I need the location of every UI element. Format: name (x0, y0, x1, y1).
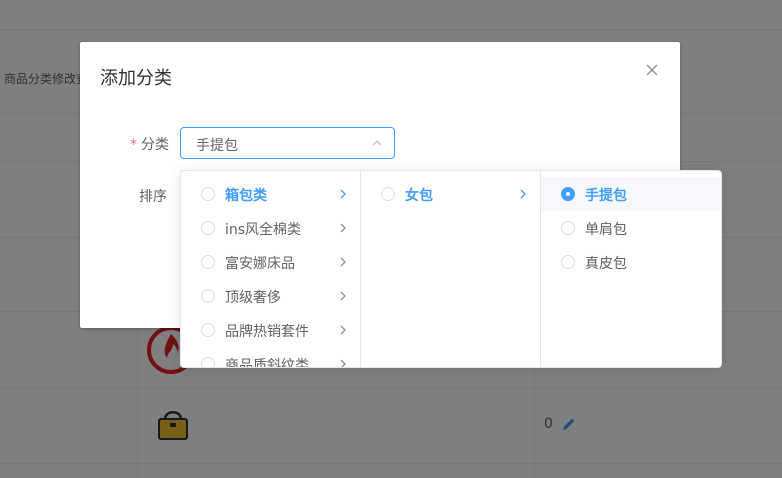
radio-button[interactable] (201, 357, 215, 367)
close-icon[interactable] (644, 62, 660, 78)
chevron-right-icon (340, 189, 346, 199)
chevron-right-icon (520, 189, 526, 199)
node-label: 单肩包 (585, 222, 627, 238)
radio-button[interactable] (201, 187, 215, 201)
node-label: 箱包类 (225, 188, 267, 204)
radio-button[interactable] (201, 255, 215, 269)
node-label: 富安娜床品 (225, 256, 295, 272)
cascader-panel-level1: 箱包类 ins风全棉类 富安娜床品 顶级奢侈 品牌热销套件 商品质斜纹类 (181, 171, 361, 367)
cascader-node-bags[interactable]: 箱包类 (181, 177, 360, 211)
radio-button[interactable] (561, 221, 575, 235)
chevron-right-icon (340, 257, 346, 267)
radio-button[interactable] (201, 323, 215, 337)
category-cascader[interactable]: 手提包 (180, 127, 395, 159)
chevron-right-icon (340, 291, 346, 301)
sort-label: 排序 (139, 189, 167, 205)
node-label: 顶级奢侈 (225, 290, 281, 306)
chevron-up-icon (372, 140, 382, 146)
node-label: 真皮包 (585, 256, 627, 272)
chevron-right-icon (340, 325, 346, 335)
cascader-panel-level2: 女包 (361, 171, 541, 367)
node-label: 品牌热销套件 (225, 324, 309, 340)
radio-button[interactable] (561, 255, 575, 269)
category-label-text: 分类 (141, 137, 169, 153)
radio-button[interactable] (561, 187, 575, 201)
cascader-node-womens-bags[interactable]: 女包 (361, 177, 540, 211)
cascader-panel-level3: 手提包 单肩包 真皮包 (541, 171, 721, 367)
cascader-node-cotton[interactable]: ins风全棉类 (181, 211, 360, 245)
dialog-title: 添加分类 (100, 68, 172, 89)
cascader-node-bedding[interactable]: 富安娜床品 (181, 245, 360, 279)
cascader-node-twill[interactable]: 商品质斜纹类 (181, 347, 360, 367)
chevron-right-icon (340, 359, 346, 367)
radio-button[interactable] (201, 221, 215, 235)
cascader-node-leather-bag[interactable]: 真皮包 (541, 245, 721, 279)
cascader-node-bestseller[interactable]: 品牌热销套件 (181, 313, 360, 347)
cascader-dropdown: 箱包类 ins风全棉类 富安娜床品 顶级奢侈 品牌热销套件 商品质斜纹类 女包 … (180, 170, 722, 368)
chevron-right-icon (340, 223, 346, 233)
node-label: ins风全棉类 (225, 222, 302, 238)
node-label: 手提包 (585, 188, 627, 204)
radio-button[interactable] (201, 289, 215, 303)
radio-button[interactable] (381, 187, 395, 201)
cascader-node-handbag[interactable]: 手提包 (541, 177, 721, 211)
category-label: * 分类 (130, 134, 169, 154)
cascader-node-luxury[interactable]: 顶级奢侈 (181, 279, 360, 313)
cascader-node-shoulder-bag[interactable]: 单肩包 (541, 211, 721, 245)
cascader-value: 手提包 (196, 138, 238, 154)
node-label: 商品质斜纹类 (225, 358, 309, 367)
node-label: 女包 (405, 188, 433, 204)
required-mark: * (130, 137, 137, 153)
